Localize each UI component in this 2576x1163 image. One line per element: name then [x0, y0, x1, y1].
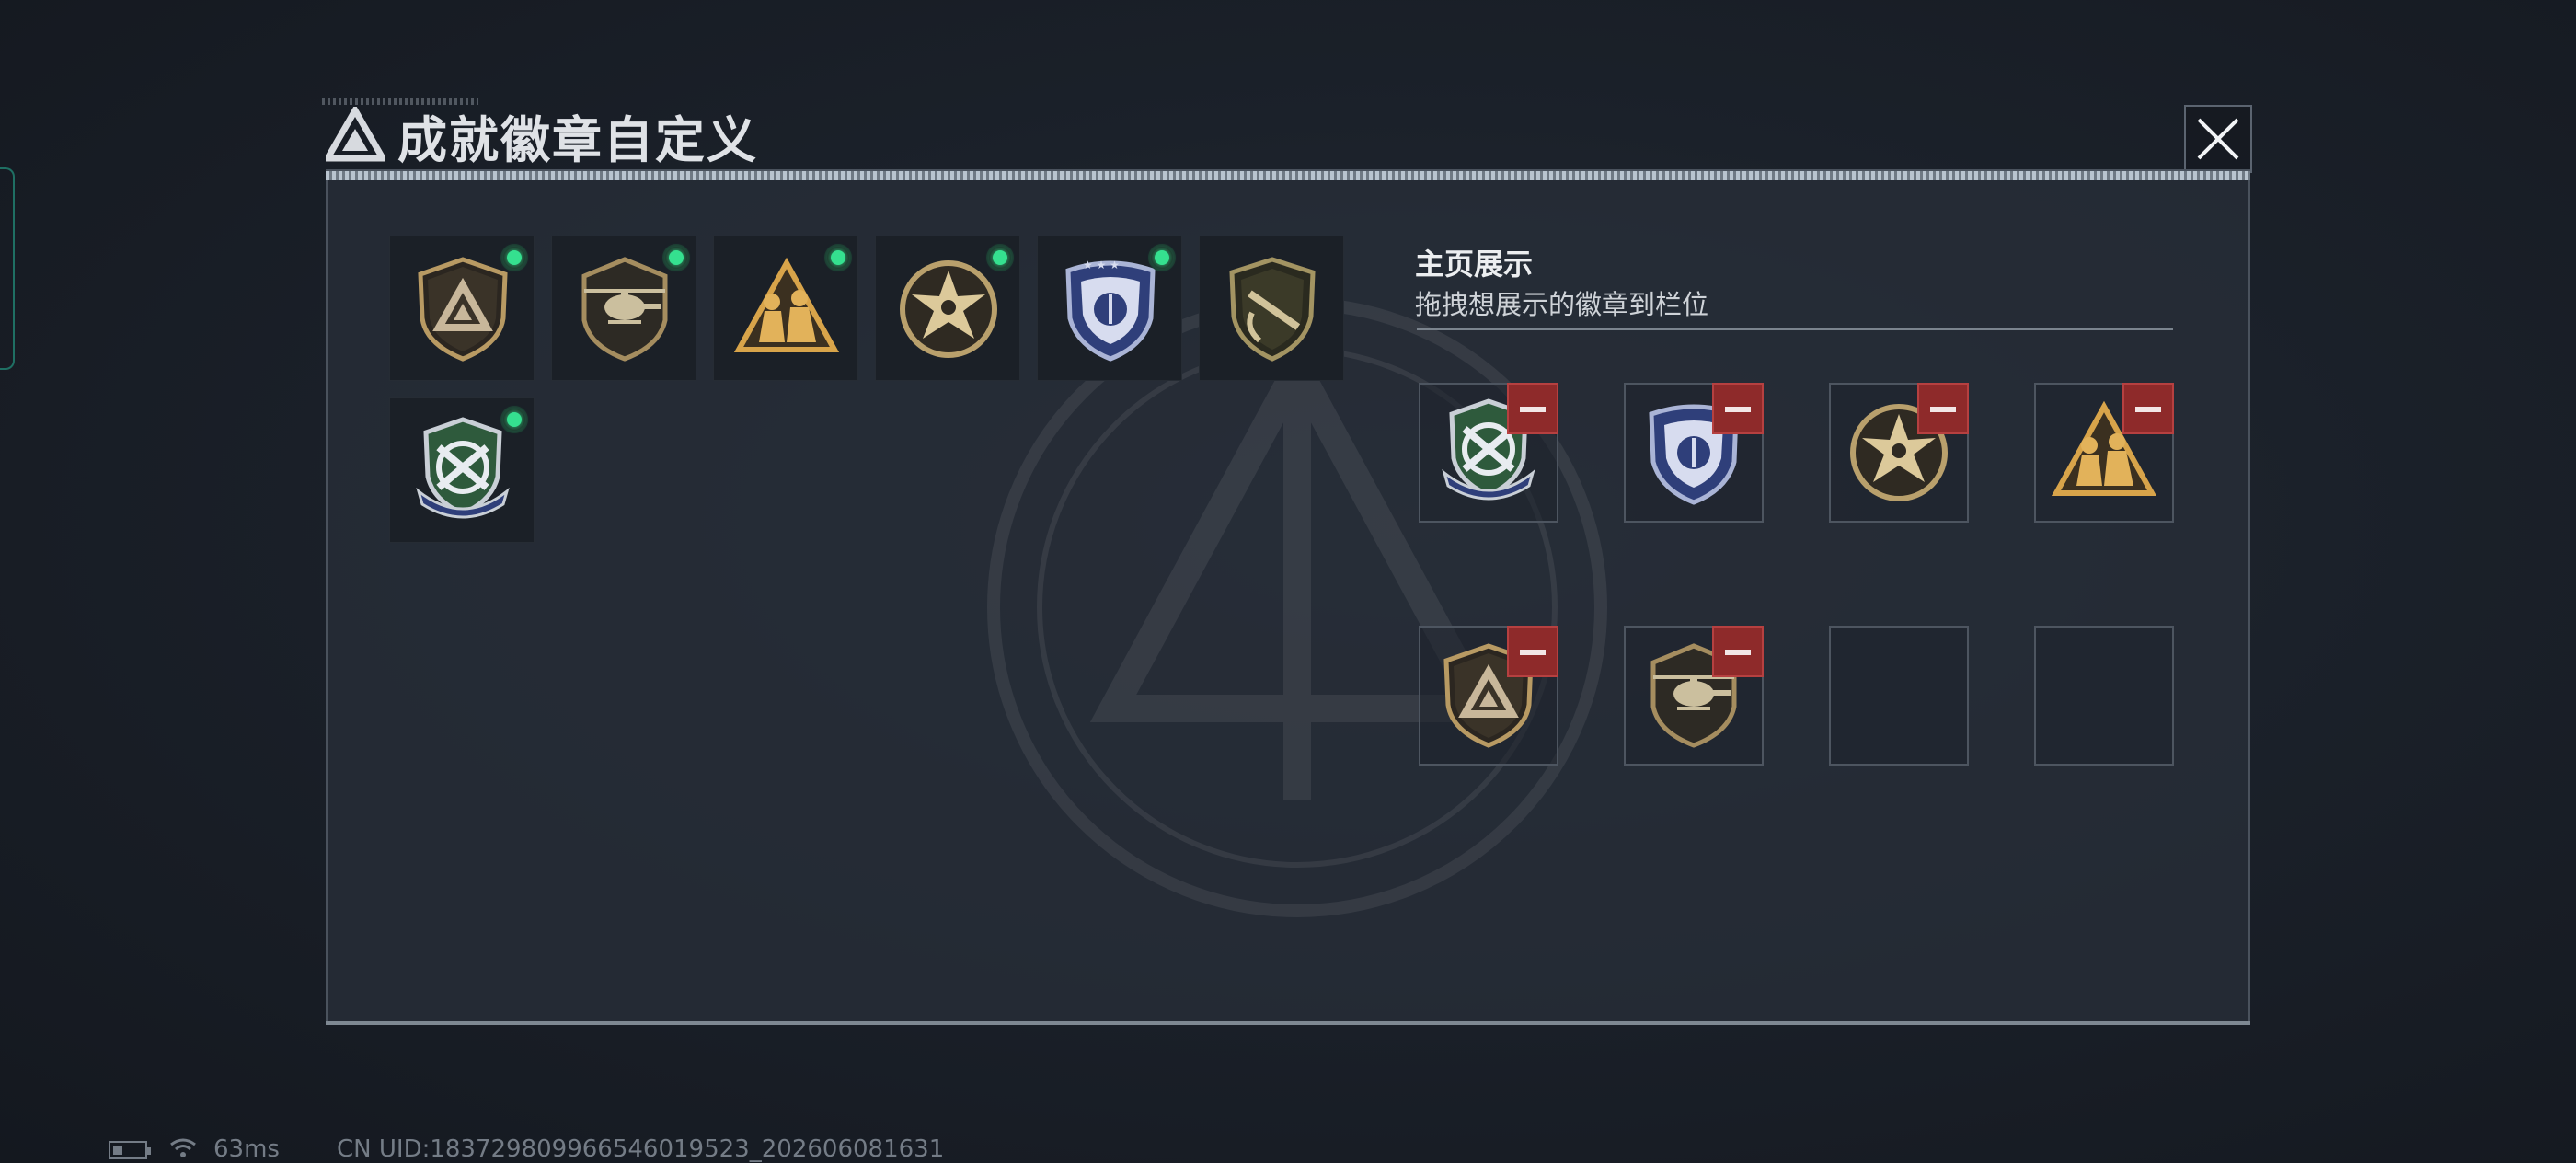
badge-item-police[interactable]: ★ ★ ★	[1037, 236, 1182, 381]
display-slot-8-empty[interactable]	[2034, 626, 2174, 766]
panel-bottom-border	[326, 1021, 2250, 1025]
display-slot-7-empty[interactable]	[1829, 626, 1969, 766]
crossed-weapons-badge-icon	[416, 417, 510, 519]
badge-item-crossed-weapons[interactable]	[389, 397, 535, 543]
display-slot-2[interactable]	[1624, 383, 1764, 523]
display-slot-1[interactable]	[1419, 383, 1558, 523]
display-slot-4[interactable]	[2034, 383, 2174, 523]
badge-item-soldiers-triangle[interactable]	[713, 236, 858, 381]
badge-item-shield-triangle[interactable]	[389, 236, 535, 381]
homepage-display-hint: 拖拽想展示的徽章到栏位	[1415, 291, 1709, 320]
remove-badge-button[interactable]	[2122, 383, 2174, 434]
equipped-indicator	[1148, 244, 1176, 271]
badge-item-rifle-shield[interactable]	[1199, 236, 1344, 381]
remove-badge-button[interactable]	[1712, 383, 1764, 434]
equipped-indicator	[500, 406, 528, 433]
badge-item-helicopter[interactable]	[551, 236, 696, 381]
close-button[interactable]	[2184, 105, 2252, 173]
latency-readout: 63ms	[213, 1135, 280, 1163]
remove-badge-button[interactable]	[1507, 383, 1558, 434]
star-medal-badge-icon	[900, 260, 997, 358]
remove-badge-button[interactable]	[1507, 626, 1558, 677]
shield-triangle-badge-icon	[418, 257, 508, 362]
page-title: 成就徽章自定义	[397, 113, 758, 168]
display-slot-5[interactable]	[1419, 626, 1558, 766]
equipped-indicator	[986, 244, 1014, 271]
display-slot-6[interactable]	[1624, 626, 1764, 766]
rifle-shield-badge-icon	[1229, 257, 1316, 362]
display-slot-3[interactable]	[1829, 383, 1969, 523]
wifi-icon	[170, 1138, 196, 1157]
section-divider	[1417, 328, 2173, 330]
close-icon	[2197, 118, 2239, 160]
panel-top-border	[326, 171, 2250, 180]
battery-icon	[109, 1141, 151, 1159]
equipped-indicator	[824, 244, 852, 271]
side-drawer-tab[interactable]	[0, 167, 15, 370]
uid-readout: CN UID:18372980996654601952​3_2026060816…	[337, 1135, 945, 1163]
remove-badge-button[interactable]	[1917, 383, 1969, 434]
game-logo-icon	[326, 107, 385, 162]
badge-item-star-medal[interactable]	[875, 236, 1020, 381]
equipped-indicator	[662, 244, 690, 271]
remove-badge-button[interactable]	[1712, 626, 1764, 677]
helicopter-badge-icon	[581, 257, 668, 362]
soldiers-triangle-badge-icon	[733, 257, 840, 352]
equipped-indicator	[500, 244, 528, 271]
police-badge-icon: ★ ★ ★	[1065, 259, 1156, 362]
homepage-display-title: 主页展示	[1415, 248, 1534, 281]
svg-text:★ ★ ★: ★ ★ ★	[1083, 259, 1120, 271]
